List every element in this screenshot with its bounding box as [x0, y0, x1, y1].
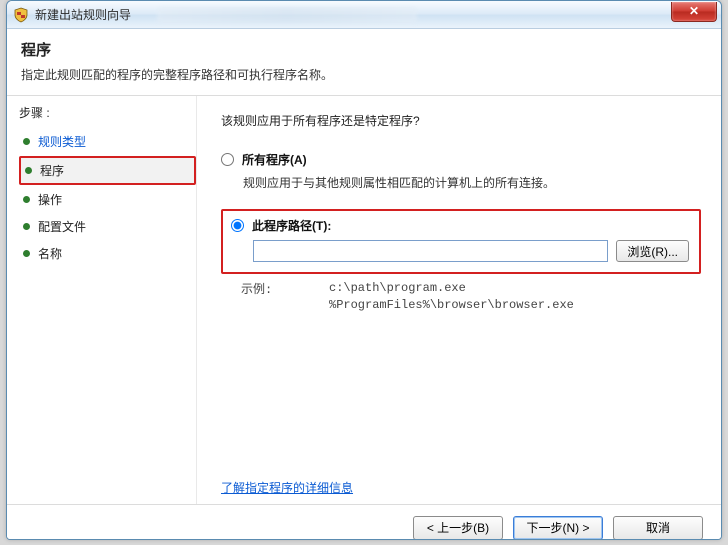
step-program[interactable]: 程序 — [19, 156, 196, 185]
radio-this-path[interactable] — [231, 219, 244, 232]
step-label: 配置文件 — [38, 218, 86, 235]
step-label: 规则类型 — [38, 133, 86, 150]
learn-more-link[interactable]: 了解指定程序的详细信息 — [221, 479, 353, 496]
titlebar: 新建出站规则向导 ✕ — [7, 1, 721, 29]
step-bullet-icon — [23, 196, 30, 203]
wizard-header: 程序 指定此规则匹配的程序的完整程序路径和可执行程序名称。 — [7, 29, 721, 96]
step-bullet-icon — [23, 223, 30, 230]
step-rule-type[interactable]: 规则类型 — [19, 129, 196, 154]
wizard-footer: < 上一步(B) 下一步(N) > 取消 — [7, 504, 721, 540]
step-bullet-icon — [23, 138, 30, 145]
cancel-button[interactable]: 取消 — [613, 516, 703, 540]
step-label: 操作 — [38, 191, 62, 208]
example-block: 示例: c:\path\program.exe %ProgramFiles%\b… — [241, 280, 701, 314]
option-all-label: 所有程序(A) — [242, 151, 307, 168]
option-this-path[interactable]: 此程序路径(T): — [231, 217, 689, 234]
window-title: 新建出站规则向导 — [35, 6, 131, 23]
example-label: 示例: — [241, 280, 329, 314]
step-bullet-icon — [25, 167, 32, 174]
step-label: 名称 — [38, 245, 62, 262]
option-path-label: 此程序路径(T): — [252, 217, 331, 234]
example-body: c:\path\program.exe %ProgramFiles%\brows… — [329, 280, 574, 314]
page-title: 程序 — [21, 39, 707, 60]
step-name[interactable]: 名称 — [19, 241, 196, 266]
browse-button[interactable]: 浏览(R)... — [616, 240, 689, 262]
option-all-programs[interactable]: 所有程序(A) — [221, 151, 701, 168]
wizard-window: 新建出站规则向导 ✕ 程序 指定此规则匹配的程序的完整程序路径和可执行程序名称。… — [6, 0, 722, 540]
next-button[interactable]: 下一步(N) > — [513, 516, 603, 540]
option-this-path-block: 此程序路径(T): 浏览(R)... — [221, 209, 701, 274]
radio-all-programs[interactable] — [221, 153, 234, 166]
option-all-desc: 规则应用于与其他规则属性相匹配的计算机上的所有连接。 — [243, 174, 701, 191]
step-label: 程序 — [40, 162, 64, 179]
steps-label: 步骤 : — [19, 104, 196, 121]
main-panel: 该规则应用于所有程序还是特定程序? 所有程序(A) 规则应用于与其他规则属性相匹… — [197, 96, 721, 504]
step-profile[interactable]: 配置文件 — [19, 214, 196, 239]
step-bullet-icon — [23, 250, 30, 257]
back-button[interactable]: < 上一步(B) — [413, 516, 503, 540]
close-icon: ✕ — [689, 4, 699, 18]
close-button[interactable]: ✕ — [671, 2, 717, 22]
wizard-body: 步骤 : 规则类型 程序 操作 配置文件 — [7, 96, 721, 504]
firewall-shield-icon — [13, 7, 29, 23]
page-subtitle: 指定此规则匹配的程序的完整程序路径和可执行程序名称。 — [21, 66, 707, 83]
steps-sidebar: 步骤 : 规则类型 程序 操作 配置文件 — [7, 96, 197, 504]
redacted-url — [157, 7, 417, 23]
program-path-input[interactable] — [253, 240, 608, 262]
step-action[interactable]: 操作 — [19, 187, 196, 212]
question-text: 该规则应用于所有程序还是特定程序? — [221, 112, 701, 129]
